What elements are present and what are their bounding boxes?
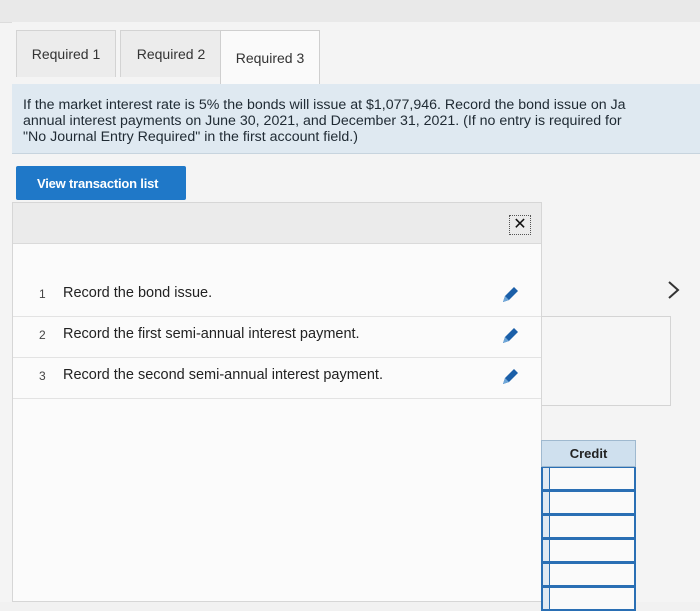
panel-footer-fade: [31, 595, 331, 605]
transaction-row-1[interactable]: 1 Record the bond issue.: [13, 275, 541, 317]
close-icon[interactable]: ✕: [509, 215, 531, 235]
instructions-line-2: annual interest payments on June 30, 202…: [23, 113, 622, 129]
transaction-row-3[interactable]: 3 Record the second semi-annual interest…: [13, 357, 541, 399]
cell-marker: [543, 540, 550, 561]
pencil-icon[interactable]: [499, 325, 521, 347]
pencil-icon[interactable]: [499, 284, 521, 306]
cell-marker: [543, 468, 550, 489]
credit-column-header: Credit: [541, 440, 636, 467]
credit-input[interactable]: [541, 491, 636, 515]
tab-bar: Required 1 Required 2 Required 3: [12, 22, 700, 85]
transaction-text: Record the first semi-annual interest pa…: [63, 326, 360, 342]
credit-input[interactable]: [541, 563, 636, 587]
cell-marker: [543, 516, 550, 537]
view-transaction-list-button[interactable]: View transaction list: [16, 166, 186, 200]
credit-input[interactable]: [541, 515, 636, 539]
transaction-row-2[interactable]: 2 Record the first semi-annual interest …: [13, 316, 541, 358]
credit-input[interactable]: [541, 467, 636, 491]
instructions-line-3: "No Journal Entry Required" in the first…: [23, 129, 358, 145]
transaction-number: 3: [39, 369, 46, 383]
cell-marker: [543, 588, 550, 609]
journal-side-panel: [542, 316, 671, 406]
credit-input[interactable]: [541, 539, 636, 563]
cell-marker: [543, 564, 550, 585]
transaction-number: 1: [39, 287, 46, 301]
instructions-box: If the market interest rate is 5% the bo…: [12, 84, 700, 154]
cell-marker: [543, 492, 550, 513]
top-strip: [0, 0, 700, 23]
page: Required 1 Required 2 Required 3 If the …: [0, 0, 700, 611]
panel-header: ✕: [13, 203, 541, 244]
pencil-icon[interactable]: [499, 366, 521, 388]
transaction-list-panel: ✕ 1 Record the bond issue. 2 Record the …: [12, 202, 542, 602]
tab-required-2[interactable]: Required 2: [120, 30, 222, 77]
tab-required-1[interactable]: Required 1: [16, 30, 116, 77]
tab-required-3[interactable]: Required 3: [220, 30, 320, 84]
transaction-number: 2: [39, 328, 46, 342]
chevron-right-icon[interactable]: [664, 278, 684, 302]
credit-input[interactable]: [541, 587, 636, 611]
transaction-text: Record the second semi-annual interest p…: [63, 367, 383, 383]
transaction-text: Record the bond issue.: [63, 285, 213, 301]
instructions-line-1: If the market interest rate is 5% the bo…: [23, 97, 626, 113]
